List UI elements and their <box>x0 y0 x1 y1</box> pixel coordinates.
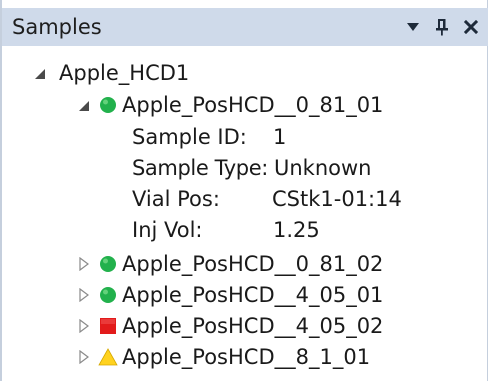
tree-node-sample[interactable]: Apple_PosHCD__8_1_01 <box>2 341 482 373</box>
property-value: 1 <box>273 125 287 149</box>
panel-pin-button[interactable] <box>430 8 454 46</box>
expanded-arrow-icon[interactable] <box>33 67 47 81</box>
chevron-down-icon <box>407 23 419 31</box>
sample-property-row: Inj Vol: 1.25 <box>2 214 482 246</box>
sample-property-row: Sample ID: 1 <box>2 121 482 153</box>
collapsed-arrow-icon[interactable] <box>77 257 91 271</box>
tree-node-label: Apple_PosHCD__8_1_01 <box>122 345 371 369</box>
tree-node-label: Apple_PosHCD__4_05_02 <box>122 314 384 338</box>
status-green-circle-icon <box>100 256 116 272</box>
close-icon <box>464 20 478 34</box>
sample-property-row: Vial Pos: CStk1-01:14 <box>2 183 482 215</box>
status-green-circle-icon <box>100 287 116 303</box>
panel-title: Samples <box>12 15 102 39</box>
property-value: Unknown <box>274 156 372 180</box>
tree-node-root[interactable]: Apple_HCD1 <box>2 57 482 89</box>
tree-node-sample[interactable]: Apple_PosHCD__4_05_01 <box>2 279 482 311</box>
status-green-circle-icon <box>100 97 116 113</box>
property-key: Sample ID: <box>132 125 247 149</box>
status-red-square-icon <box>100 318 116 334</box>
property-key: Sample Type: <box>132 156 268 180</box>
tree-node-sample[interactable]: Apple_PosHCD__0_81_01 <box>2 89 482 121</box>
panel-dropdown-button[interactable] <box>400 8 426 46</box>
property-key: Vial Pos: <box>132 187 220 211</box>
property-value: 1.25 <box>273 218 320 242</box>
property-value: CStk1-01:14 <box>272 187 402 211</box>
status-yellow-triangle-icon <box>98 348 118 366</box>
pin-icon <box>436 19 448 36</box>
expanded-arrow-icon[interactable] <box>77 99 91 113</box>
tree-node-sample[interactable]: Apple_PosHCD__0_81_02 <box>2 248 482 280</box>
panel-header: Samples <box>2 8 488 46</box>
collapsed-arrow-icon[interactable] <box>77 350 91 364</box>
tree-node-sample[interactable]: Apple_PosHCD__4_05_02 <box>2 310 482 342</box>
tree-node-label: Apple_PosHCD__4_05_01 <box>122 283 384 307</box>
sample-property-row: Sample Type: Unknown <box>2 152 482 184</box>
collapsed-arrow-icon[interactable] <box>77 288 91 302</box>
tree-node-label: Apple_PosHCD__0_81_02 <box>122 252 384 276</box>
property-key: Inj Vol: <box>132 218 203 242</box>
samples-panel: Samples Apple_HCD1 Apple_PosHCD__0_81_01… <box>0 0 488 381</box>
tree-node-label: Apple_PosHCD__0_81_01 <box>122 93 384 117</box>
tree-node-label: Apple_HCD1 <box>59 61 190 85</box>
collapsed-arrow-icon[interactable] <box>77 319 91 333</box>
panel-close-button[interactable] <box>458 8 484 46</box>
